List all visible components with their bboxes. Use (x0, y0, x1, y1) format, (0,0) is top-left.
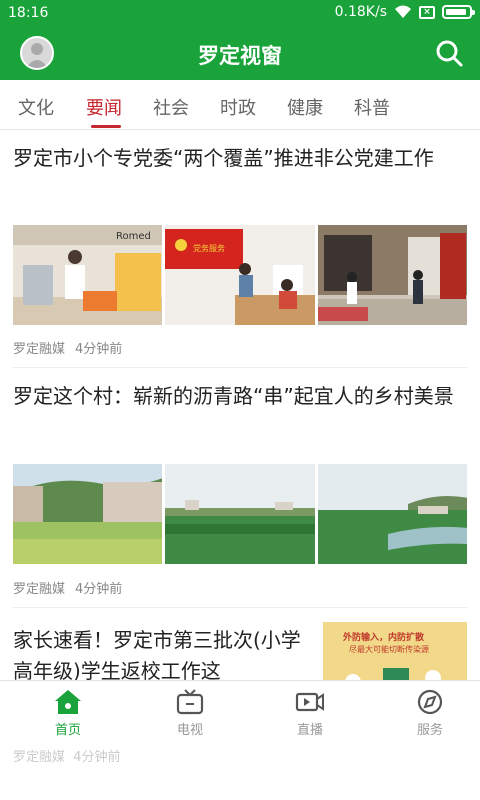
article-image: 外防输入，内防扩散 尽最大可能切断传染源 (323, 622, 467, 680)
article-item[interactable]: 罗定市小个专党委“两个覆盖”推进非公党建工作 Romed 党务服务 罗定融媒 4… (0, 131, 480, 371)
tab-politics[interactable]: 时政 (220, 94, 256, 120)
nav-service-label: 服务 (416, 723, 443, 738)
wifi-icon (395, 5, 411, 18)
article-item[interactable]: 家长速看！罗定市第三批次(小学高年级)学生返校工作这 外防输入，内防扩散 尽最大… (0, 609, 480, 680)
nav-home-label: 首页 (54, 723, 81, 738)
bottom-nav: 首页 电视 直播 服务 (0, 680, 480, 746)
image-slogan-line1: 外防输入，内防扩散 (342, 631, 425, 643)
status-bar: 18:16 0.18K/s × (0, 0, 480, 28)
article-title[interactable]: 罗定这个村：崭新的沥青路“串”起宜人的乡村美景 (13, 381, 468, 412)
nav-service[interactable]: 服务 (390, 689, 470, 738)
tab-health[interactable]: 健康 (287, 94, 323, 120)
category-tabs: 文化 要闻 社会 时政 健康 科普 (0, 80, 480, 130)
nav-tv[interactable]: 电视 (150, 689, 230, 738)
tab-culture[interactable]: 文化 (18, 94, 54, 120)
compass-icon (417, 689, 443, 715)
app-title: 罗定视窗 (198, 44, 282, 68)
overscroll-area: 罗定融媒 4分钟前 (0, 746, 480, 800)
tab-news[interactable]: 要闻 (86, 94, 122, 120)
search-icon[interactable] (434, 38, 464, 68)
article-images (13, 464, 467, 564)
nav-home[interactable]: 首页 (28, 689, 108, 738)
article-image (13, 464, 163, 564)
image-sign-text: 党务服务 (193, 243, 225, 253)
article-images: Romed 党务服务 (13, 225, 467, 325)
status-time: 18:16 (8, 5, 49, 21)
article-meta: 罗定融媒 4分钟前 (13, 578, 122, 597)
article-time: 4分钟前 (75, 582, 123, 597)
nav-live-label: 直播 (296, 723, 323, 738)
article-source: 罗定融媒 (13, 342, 66, 357)
nav-tv-label: 电视 (176, 723, 203, 738)
article-item[interactable]: 罗定这个村：崭新的沥青路“串”起宜人的乡村美景 罗定融媒 4分钟前 (0, 371, 480, 609)
article-source: 罗定融媒 (13, 582, 66, 597)
news-feed[interactable]: 罗定市小个专党委“两个覆盖”推进非公党建工作 Romed 党务服务 罗定融媒 4… (0, 131, 480, 680)
article-image (165, 464, 315, 564)
article-time: 4分钟前 (75, 342, 123, 357)
divider (13, 367, 467, 368)
article-image (317, 225, 467, 325)
battery-icon (442, 5, 475, 19)
image-sign-text: Romed (116, 231, 151, 242)
divider (13, 607, 467, 608)
tv-icon (176, 689, 204, 715)
article-image (317, 464, 467, 564)
home-icon (55, 690, 81, 714)
article-meta-faded: 罗定融媒 4分钟前 (13, 750, 121, 765)
article-image: 党务服务 (165, 225, 315, 325)
no-sim-icon: × (419, 5, 435, 19)
article-meta: 罗定融媒 4分钟前 (13, 338, 122, 357)
live-icon (295, 692, 324, 712)
network-speed: 0.18K/s (334, 4, 387, 20)
app-bar: 罗定视窗 (0, 28, 480, 80)
article-image: Romed (13, 225, 163, 325)
article-title[interactable]: 罗定市小个专党委“两个覆盖”推进非公党建工作 (13, 143, 468, 174)
article-title[interactable]: 家长速看！罗定市第三批次(小学高年级)学生返校工作这 (13, 625, 313, 680)
tab-society[interactable]: 社会 (153, 94, 189, 120)
image-slogan-line2: 尽最大可能切断传染源 (349, 644, 429, 654)
nav-live[interactable]: 直播 (270, 689, 350, 738)
active-tab-indicator (91, 125, 121, 128)
tab-science[interactable]: 科普 (354, 94, 390, 120)
